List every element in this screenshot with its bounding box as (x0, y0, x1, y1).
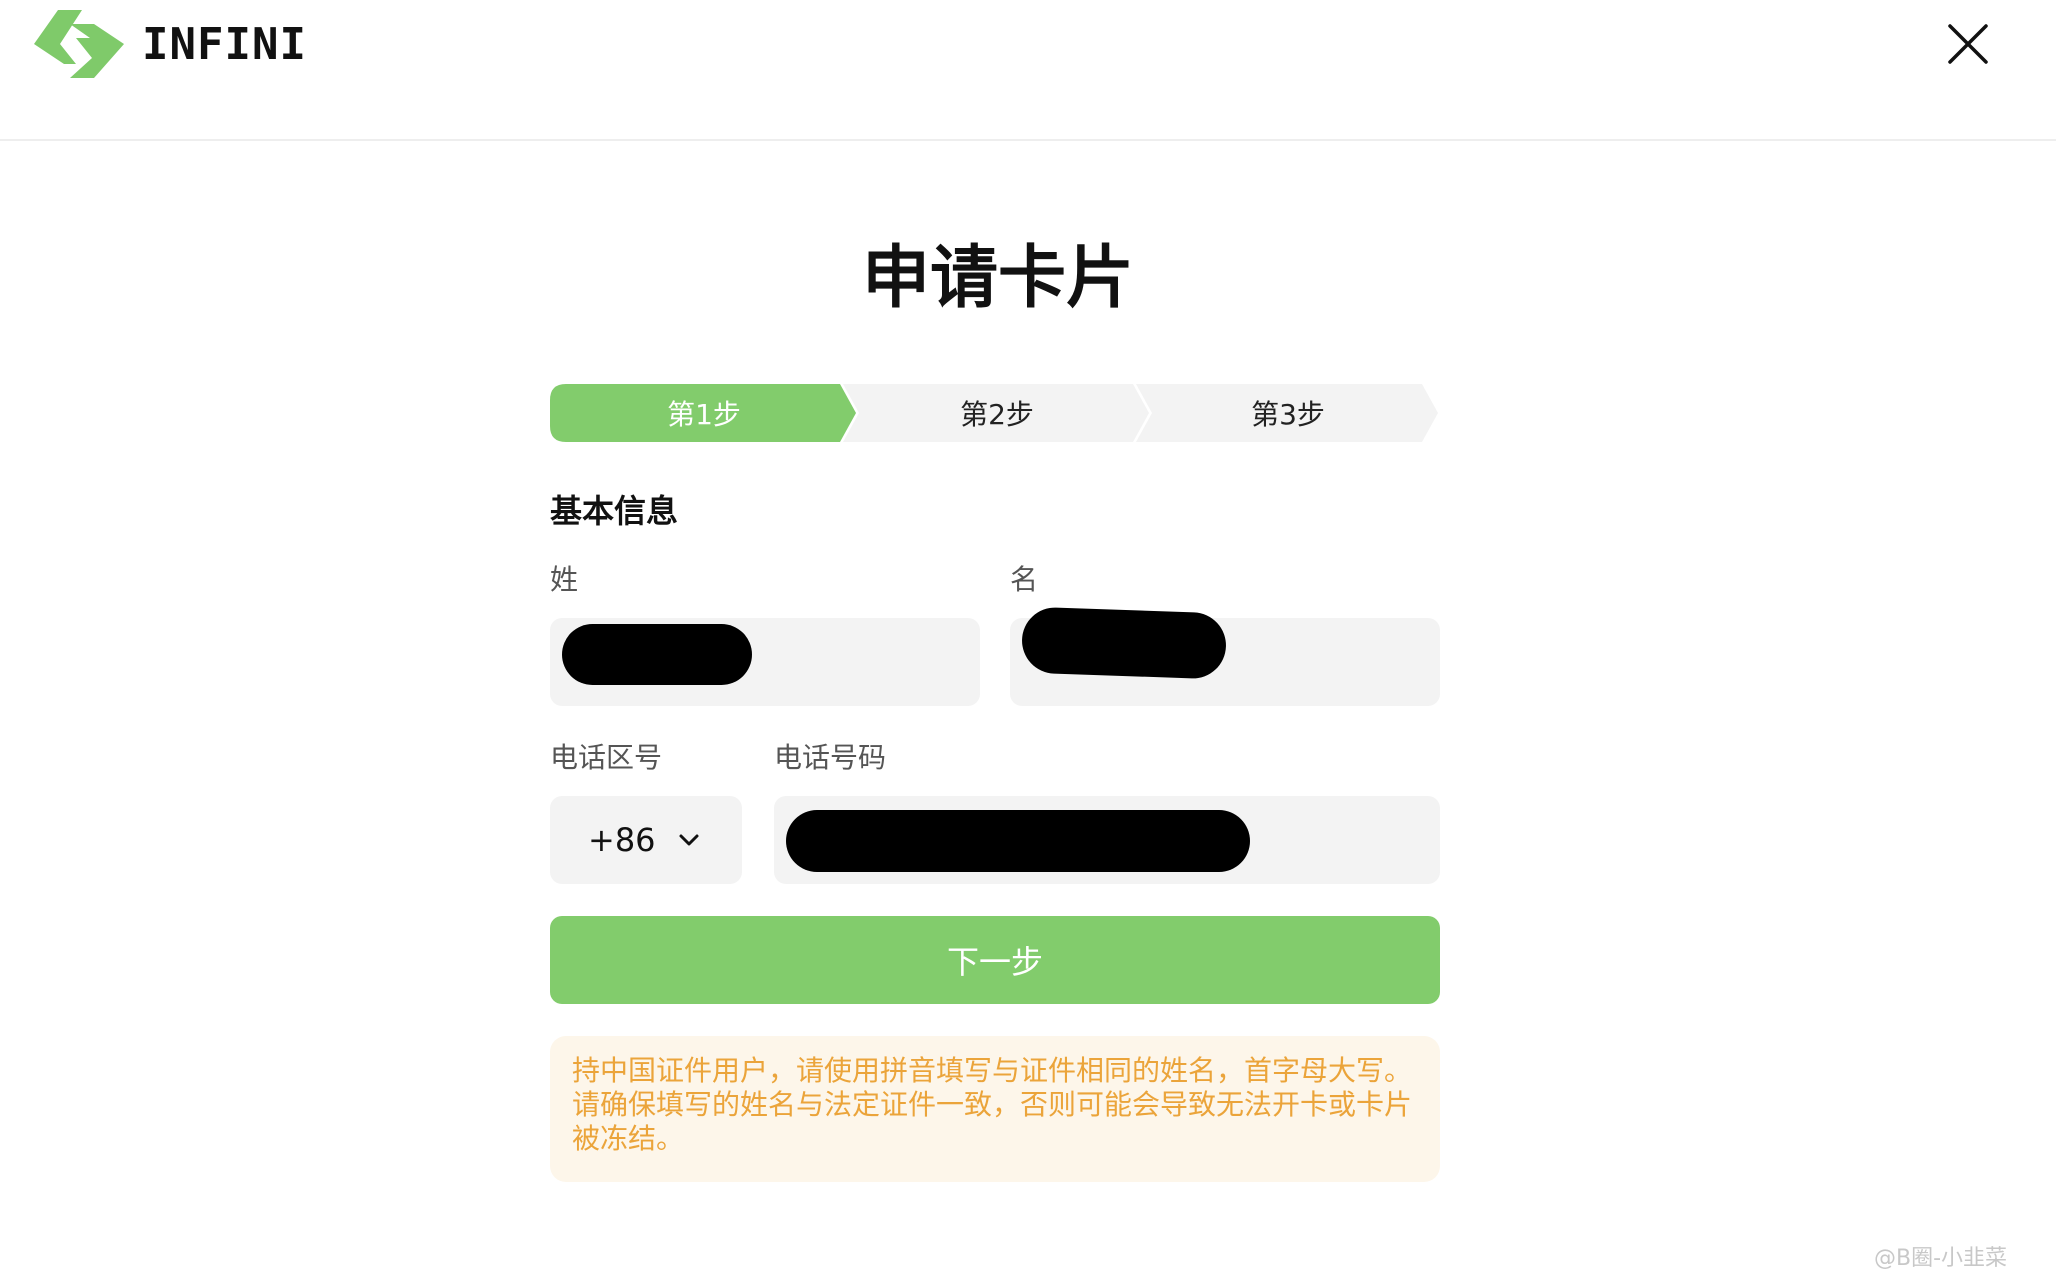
step-indicator: 第1步 第2步 第3步 (550, 384, 1440, 442)
redaction-mask (562, 624, 752, 685)
chevron-down-icon (679, 834, 699, 846)
redaction-mask (786, 810, 1250, 872)
step-3-label: 第3步 (1251, 398, 1325, 431)
page: INFINI 申请卡片 第1步 第2步 第3步 基本信息 姓 名 电话区号 +8… (0, 0, 2056, 1280)
step-1[interactable]: 第1步 (550, 384, 858, 442)
header: INFINI (0, 0, 2056, 141)
first-name-label: 名 (1010, 563, 1039, 596)
step-3[interactable]: 第3步 (1136, 384, 1440, 442)
name-notice: 持中国证件用户，请使用拼音填写与证件相同的姓名，首字母大写。请确保填写的姓名与法… (550, 1036, 1440, 1182)
infini-logo-icon (34, 10, 124, 78)
page-title: 申请卡片 (861, 239, 1134, 318)
phone-code-value: +86 (588, 821, 656, 859)
step-1-label: 第1步 (667, 398, 741, 431)
last-name-label: 姓 (550, 563, 579, 596)
phone-code-label: 电话区号 (550, 741, 663, 774)
section-heading: 基本信息 (550, 492, 679, 530)
step-2-label: 第2步 (960, 398, 1034, 431)
phone-number-label: 电话号码 (774, 741, 887, 774)
phone-code-select[interactable]: +86 (550, 796, 742, 884)
close-icon (1948, 24, 1988, 64)
redaction-mask (1020, 606, 1228, 680)
brand-name: INFINI (142, 18, 307, 70)
next-step-button[interactable]: 下一步 (550, 916, 1440, 1004)
watermark: @B圈-小韭菜 (1874, 1246, 2008, 1271)
step-2[interactable]: 第2步 (843, 384, 1151, 442)
logo[interactable]: INFINI (30, 6, 307, 82)
close-button[interactable] (1946, 22, 1990, 66)
